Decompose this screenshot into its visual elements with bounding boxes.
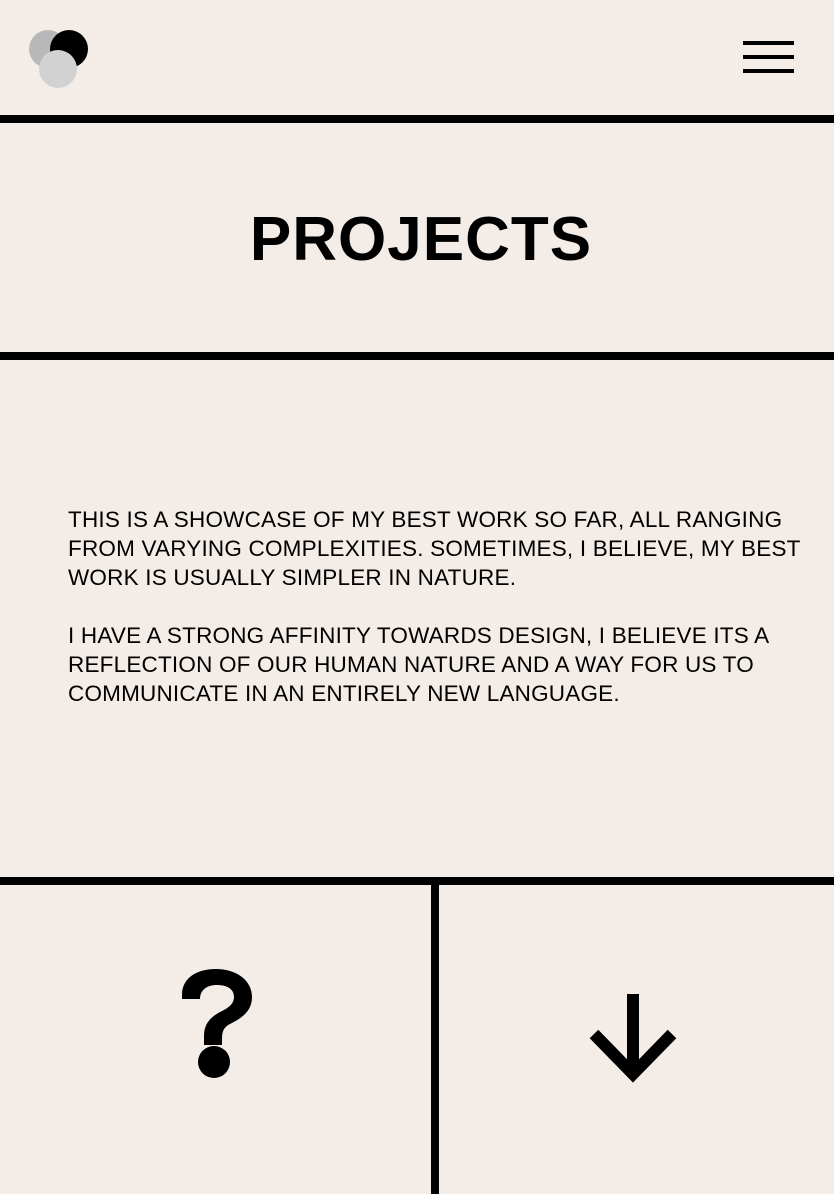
vertical-divider xyxy=(431,885,439,1194)
overlapping-circles-logo xyxy=(29,30,88,88)
page-title: PROJECTS xyxy=(249,204,593,274)
intro-paragraph: I HAVE A STRONG AFFINITY TOWARDS DESIGN,… xyxy=(68,623,769,706)
divider-line xyxy=(0,877,834,885)
logo-icon[interactable] xyxy=(28,29,90,89)
menu-bar xyxy=(743,41,794,45)
intro-paragraph: THIS IS A SHOWCASE OF MY BEST WORK SO FA… xyxy=(68,507,801,590)
title-section: PROJECTS xyxy=(0,123,834,352)
site-header xyxy=(0,0,834,115)
question-mark-icon[interactable] xyxy=(172,965,260,1080)
menu-bar xyxy=(743,69,794,73)
menu-bar xyxy=(743,55,794,59)
hamburger-menu-icon[interactable] xyxy=(743,40,794,74)
arrow-down-icon[interactable] xyxy=(586,990,680,1084)
divider-line xyxy=(0,115,834,123)
divider-line xyxy=(0,352,834,360)
intro-text: THIS IS A SHOWCASE OF MY BEST WORK SO FA… xyxy=(68,505,808,708)
